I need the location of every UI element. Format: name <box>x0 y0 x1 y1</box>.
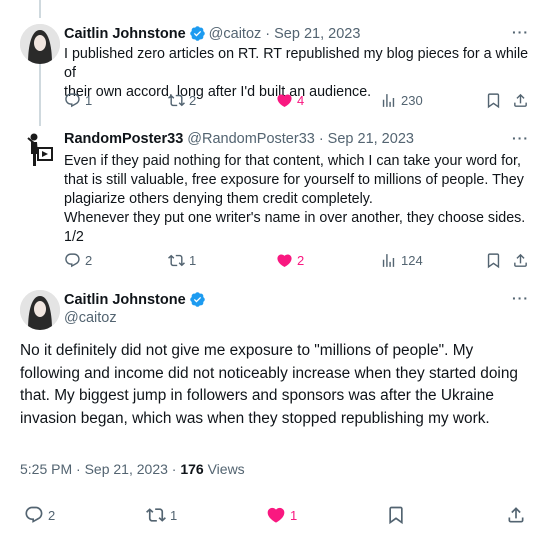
retweet-count: 1 <box>189 253 197 268</box>
author-handle[interactable]: @RandomPoster33 <box>187 131 315 147</box>
views-icon <box>380 92 397 109</box>
retweet-button[interactable]: 1 <box>168 252 196 269</box>
separator-dot: · <box>171 461 177 477</box>
text-line: 1/2 <box>64 229 84 245</box>
like-count: 2 <box>297 253 305 268</box>
reply-button[interactable]: 1 <box>64 92 92 109</box>
retweet-count: 1 <box>170 507 178 523</box>
views-count: 176 <box>180 461 204 477</box>
reply-count: 2 <box>48 507 56 523</box>
like-button[interactable]: 4 <box>276 92 304 109</box>
share-icon <box>512 92 529 109</box>
tweet-meta: 5:25 PM · Sep 21, 2023 · 176 Views <box>20 461 245 477</box>
author-name[interactable]: Caitlin Johnstone <box>64 26 186 42</box>
avatar-portrait-icon <box>20 290 60 330</box>
text-line: Even if they paid nothing for that conte… <box>64 153 521 169</box>
views-count: 124 <box>401 253 423 268</box>
bookmark-button[interactable] <box>485 252 502 269</box>
author-handle[interactable]: @caitoz <box>209 26 262 42</box>
like-icon <box>266 505 286 525</box>
bookmark-icon <box>485 92 502 109</box>
avatar[interactable] <box>20 24 60 64</box>
bookmark-button[interactable] <box>386 505 406 525</box>
bookmark-icon <box>485 252 502 269</box>
separator-dot: · <box>265 25 271 42</box>
reply-count: 1 <box>85 93 93 108</box>
retweet-button[interactable]: 2 <box>168 92 196 109</box>
verified-icon <box>189 25 206 42</box>
text-line: that is still valuable, free exposure fo… <box>64 172 524 188</box>
avatar[interactable] <box>20 290 60 330</box>
bookmark-button[interactable] <box>485 92 502 109</box>
tweet-date[interactable]: Sep 21, 2023 <box>328 131 414 147</box>
text-line: Whenever they put one writer's name in o… <box>64 210 526 226</box>
reply-button[interactable]: 2 <box>64 252 92 269</box>
views-count: 230 <box>401 93 423 108</box>
views-button[interactable]: 124 <box>380 252 423 269</box>
views-label: Views <box>207 461 245 477</box>
share-button[interactable] <box>506 505 526 525</box>
reply-icon <box>24 505 44 525</box>
verified-icon <box>189 291 206 308</box>
main-action-bar: 2 1 1 <box>0 505 551 527</box>
avatar[interactable] <box>20 130 60 170</box>
more-options-icon[interactable]: ··· <box>512 24 529 40</box>
retweet-count: 2 <box>189 93 197 108</box>
person-presenting-icon <box>27 133 53 166</box>
share-button[interactable] <box>512 92 529 109</box>
share-button[interactable] <box>512 252 529 269</box>
avatar-portrait-icon <box>20 24 60 64</box>
reply-icon <box>64 92 81 109</box>
separator-dot: · <box>318 131 324 147</box>
more-options-icon[interactable]: ··· <box>512 290 529 306</box>
tweet-1[interactable]: Caitlin Johnstone @caitoz · Sep 21, 2023… <box>0 0 551 122</box>
like-button[interactable]: 2 <box>276 252 304 269</box>
retweet-button[interactable]: 1 <box>146 505 177 525</box>
share-icon <box>506 505 526 525</box>
like-icon <box>276 252 293 269</box>
more-options-icon[interactable]: ··· <box>512 130 529 146</box>
author-name[interactable]: RandomPoster33 <box>64 131 183 147</box>
main-tweet-text: No it definitely did not give me exposur… <box>20 342 518 427</box>
like-icon <box>276 92 293 109</box>
retweet-icon <box>168 92 185 109</box>
tweet-date[interactable]: Sep 21, 2023 <box>274 26 360 42</box>
reply-icon <box>64 252 81 269</box>
like-button[interactable]: 1 <box>266 505 297 525</box>
like-count: 1 <box>290 507 298 523</box>
reply-count: 2 <box>85 253 93 268</box>
separator-dot: · <box>76 461 81 477</box>
like-count: 4 <box>297 93 305 108</box>
text-line: plagiarize others denying them credit co… <box>64 191 373 207</box>
author-name[interactable]: Caitlin Johnstone <box>64 292 186 308</box>
retweet-icon <box>146 505 166 525</box>
views-button[interactable]: 230 <box>380 92 423 109</box>
retweet-icon <box>168 252 185 269</box>
reply-button[interactable]: 2 <box>24 505 55 525</box>
tweet-time[interactable]: 5:25 PM <box>20 461 72 477</box>
author-handle[interactable]: @caitoz <box>64 310 117 326</box>
views-icon <box>380 252 397 269</box>
tweet-2[interactable]: RandomPoster33 @RandomPoster33 · Sep 21,… <box>0 122 551 282</box>
tweet-date[interactable]: Sep 21, 2023 <box>85 461 168 477</box>
tweet-text: Even if they paid nothing for that conte… <box>64 152 534 247</box>
share-icon <box>512 252 529 269</box>
text-line: I published zero articles on RT. RT repu… <box>64 46 529 81</box>
bookmark-icon <box>386 505 406 525</box>
